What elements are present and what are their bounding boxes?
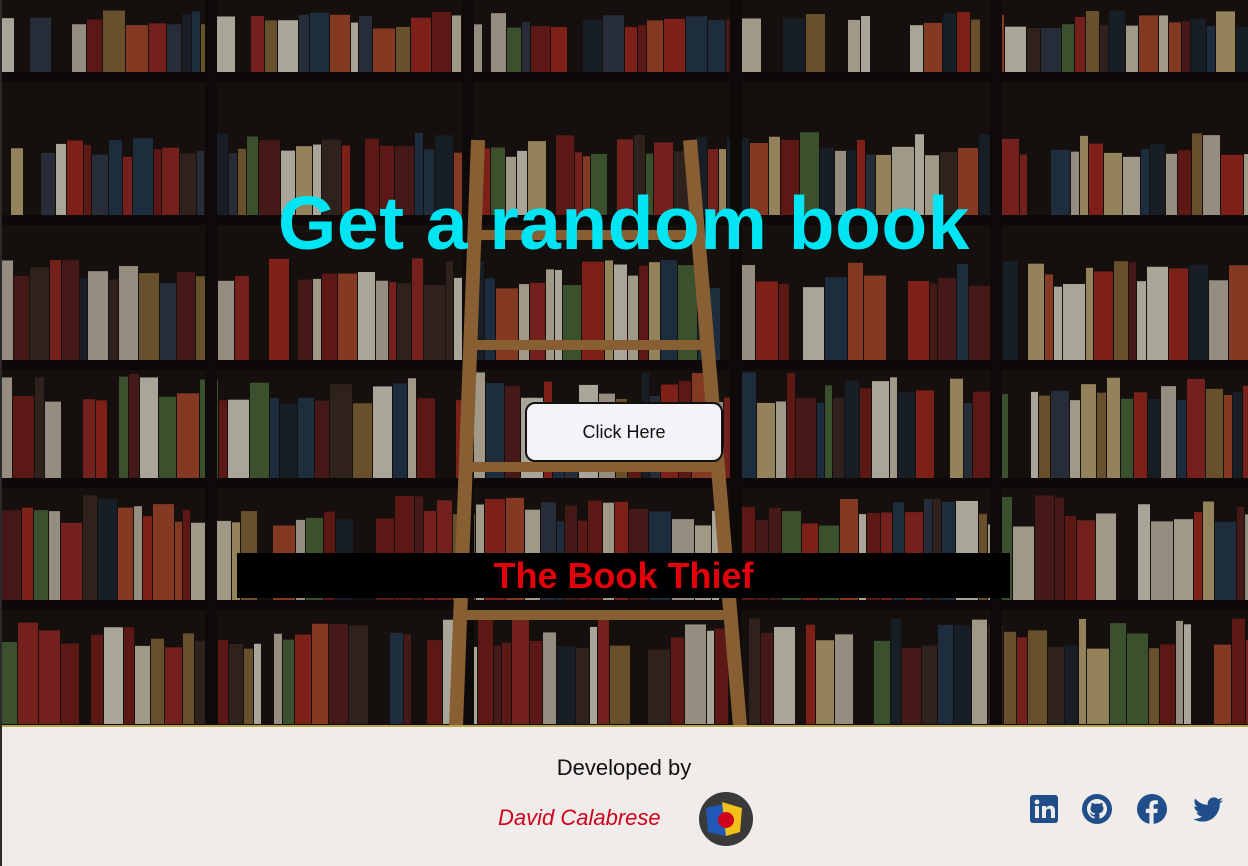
developer-logo-icon[interactable] (696, 792, 756, 847)
github-icon[interactable] (1081, 793, 1113, 825)
twitter-icon[interactable] (1192, 793, 1224, 825)
book-title: The Book Thief (493, 555, 754, 596)
get-random-book-button[interactable]: Click Here (525, 402, 723, 462)
author-link[interactable]: David Calabrese (498, 805, 661, 831)
linkedin-icon[interactable] (1028, 793, 1060, 825)
hero-overlay (0, 0, 1248, 726)
book-result-box: The Book Thief (237, 553, 1010, 598)
window-edge (0, 0, 2, 866)
hero-banner: Get a random book Click Here The Book Th… (0, 0, 1248, 726)
page-title: Get a random book (278, 181, 970, 265)
facebook-icon[interactable] (1136, 793, 1168, 825)
footer: Developed by David Calabrese (0, 727, 1248, 866)
developed-by-label: Developed by (556, 755, 692, 780)
